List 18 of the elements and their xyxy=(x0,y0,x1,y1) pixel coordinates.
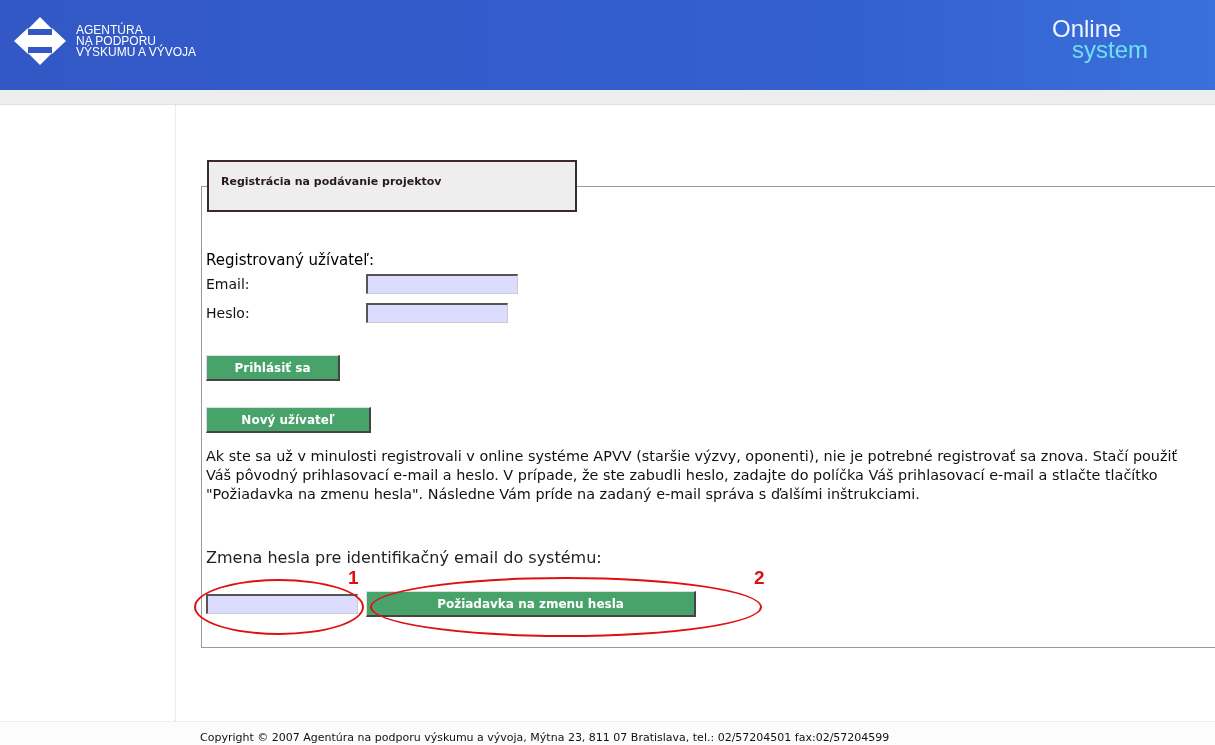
section-heading: Registrovaný užívateľ: xyxy=(206,251,375,269)
annotation-number: 1 xyxy=(348,567,359,589)
input-field[interactable] xyxy=(206,594,358,614)
info-paragraph: Ak ste sa už v minulosti registrovali v online systéme APVV (staršie výzvy, oponenti), nie je potrebné registrovať sa znova. Stačí použiť Váš pôvodný prihlasovací e-mail a heslo. V prípade, že ste zabudli heslo, zadajte do políčka Váš prihlasovací e-mail a stlačte tlačítko "Požiadavka na zmenu hesla". Následne Vám príde na zadaný e-mail správa s ďalšími inštrukciami. xyxy=(206,447,1179,504)
panel-legend: Registrácia na podávanie projektov xyxy=(207,160,577,212)
login-button[interactable]: Prihlásiť sa xyxy=(206,355,340,381)
password-reset-button[interactable]: Požiadavka na zmenu hesla xyxy=(366,591,696,617)
reset-label: Zmena hesla pre identifikačný email do systému: xyxy=(206,548,602,567)
field-label: Heslo: xyxy=(206,304,251,321)
copyright-text: Copyright © 2007 Agentúra na podporu výskumu a vývoja, Mýtna 23, 811 07 Bratislava, tel.: 02/57204501 fax:02/57204599 xyxy=(200,731,890,744)
brand-title: Online xyxy=(1052,18,1123,39)
field-label: Email: xyxy=(206,275,251,292)
input-field[interactable] xyxy=(366,273,518,294)
annotation-number: 2 xyxy=(754,567,765,589)
input-field[interactable] xyxy=(366,302,508,323)
agency-logo-text: AGENTÚRA NA PODPORU VÝSKUMU A VÝVOJA xyxy=(76,24,197,58)
logo-arrows-icon xyxy=(12,15,68,67)
new-user-button[interactable]: Nový užívateľ xyxy=(206,407,371,433)
